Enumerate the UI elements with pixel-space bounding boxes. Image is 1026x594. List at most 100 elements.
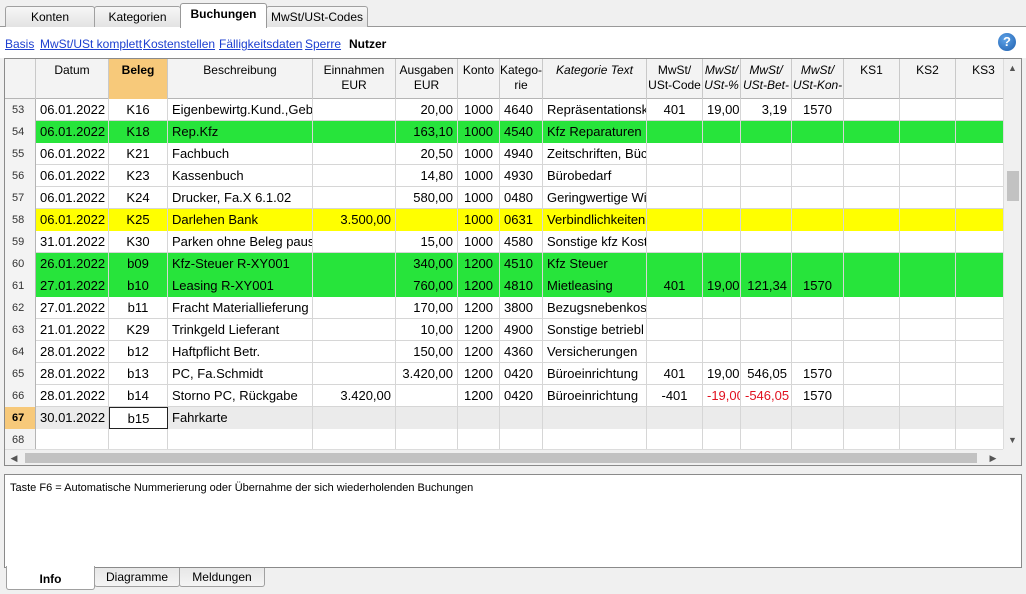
column-header-beleg[interactable]: Beleg — [109, 59, 168, 99]
cell-ks3[interactable] — [956, 341, 1003, 363]
cell-ks3[interactable] — [956, 187, 1003, 209]
cell-beleg[interactable]: K25 — [109, 209, 168, 231]
cell-mwst-pct[interactable] — [703, 143, 741, 165]
cell-ks1[interactable] — [844, 187, 900, 209]
cell-kategorie[interactable] — [500, 429, 543, 449]
cell-mwst-betrag[interactable]: -546,05 — [741, 385, 792, 407]
cell-konto[interactable]: 1200 — [458, 363, 500, 385]
cell-kategorie[interactable]: 4640 — [500, 99, 543, 121]
cell-einnahmen[interactable] — [313, 231, 396, 253]
cell-ks3[interactable] — [956, 165, 1003, 187]
cell-row-number[interactable]: 61 — [5, 275, 36, 297]
cell-konto[interactable]: 1000 — [458, 143, 500, 165]
view-link-nutzer[interactable]: Nutzer — [349, 37, 386, 51]
cell-einnahmen[interactable] — [313, 363, 396, 385]
cell-row-number[interactable]: 53 — [5, 99, 36, 121]
cell-kategorie[interactable]: 0420 — [500, 385, 543, 407]
cell-row-number[interactable]: 59 — [5, 231, 36, 253]
cell-mwst-pct[interactable] — [703, 187, 741, 209]
table-row[interactable]: 56 06.01.2022 K23 Kassenbuch 14,80 1000 4930 Bü… — [5, 165, 1003, 187]
cell-konto[interactable]: 1000 — [458, 165, 500, 187]
cell-mwst-code[interactable] — [647, 253, 703, 275]
cell-mwst-betrag[interactable] — [741, 297, 792, 319]
cell-ks1[interactable] — [844, 319, 900, 341]
table-row[interactable]: 53 06.01.2022 K16 Eigenbewirtg.Kund.,Geb 20,… — [5, 99, 1003, 121]
help-icon[interactable]: ? — [998, 33, 1016, 51]
cell-mwst-code[interactable] — [647, 341, 703, 363]
cell-beleg[interactable]: K16 — [109, 99, 168, 121]
column-header-konto[interactable]: Konto — [458, 59, 500, 99]
cell-kategorie-text[interactable]: Sonstige betriebl — [543, 319, 647, 341]
view-link-mwst-komplett[interactable]: MwSt/USt komplett — [40, 37, 142, 51]
cell-kategorie[interactable]: 4360 — [500, 341, 543, 363]
cell-ausgaben[interactable] — [396, 407, 458, 429]
cell-kategorie-text[interactable]: Kfz Steuer — [543, 253, 647, 275]
cell-mwst-code[interactable] — [647, 429, 703, 449]
cell-mwst-konto[interactable] — [792, 143, 844, 165]
cell-konto[interactable]: 1000 — [458, 231, 500, 253]
cell-mwst-betrag[interactable]: 546,05 — [741, 363, 792, 385]
cell-mwst-betrag[interactable] — [741, 187, 792, 209]
cell-ks1[interactable] — [844, 429, 900, 449]
cell-kategorie[interactable]: 4900 — [500, 319, 543, 341]
cell-kategorie[interactable]: 4580 — [500, 231, 543, 253]
table-row[interactable]: 64 28.01.2022 b12 Haftpflicht Betr. 150,00 12… — [5, 341, 1003, 363]
cell-row-number[interactable]: 57 — [5, 187, 36, 209]
cell-datum[interactable]: 27.01.2022 — [36, 275, 109, 297]
cell-mwst-konto[interactable]: 1570 — [792, 363, 844, 385]
cell-datum[interactable]: 27.01.2022 — [36, 297, 109, 319]
cell-mwst-pct[interactable] — [703, 165, 741, 187]
cell-mwst-pct[interactable] — [703, 209, 741, 231]
column-header-mwst-pct[interactable]: MwSt/ USt-% — [703, 59, 741, 99]
table-row[interactable]: 66 28.01.2022 b14 Storno PC, Rückgabe 3.420,… — [5, 385, 1003, 407]
cell-beleg[interactable]: b15 — [109, 407, 168, 429]
cell-row-number[interactable]: 58 — [5, 209, 36, 231]
column-header-mwst-betrag[interactable]: MwSt/ USt-Bet- — [741, 59, 792, 99]
cell-kategorie-text[interactable]: Büroeinrichtung — [543, 363, 647, 385]
cell-kategorie-text[interactable]: Verbindlichkeiten — [543, 209, 647, 231]
table-row[interactable]: 60 26.01.2022 b09 Kfz-Steuer R-XY001 340,00 1… — [5, 253, 1003, 275]
cell-ks3[interactable] — [956, 231, 1003, 253]
cell-mwst-betrag[interactable] — [741, 429, 792, 449]
cell-ks1[interactable] — [844, 385, 900, 407]
cell-mwst-konto[interactable] — [792, 187, 844, 209]
cell-einnahmen[interactable]: 3.420,00 — [313, 385, 396, 407]
cell-ks1[interactable] — [844, 297, 900, 319]
cell-ks1[interactable] — [844, 231, 900, 253]
cell-row-number[interactable]: 54 — [5, 121, 36, 143]
cell-datum[interactable]: 06.01.2022 — [36, 209, 109, 231]
cell-ks3[interactable] — [956, 319, 1003, 341]
cell-beschreibung[interactable]: Leasing R-XY001 — [168, 275, 313, 297]
cell-beleg[interactable]: b14 — [109, 385, 168, 407]
cell-ausgaben[interactable]: 20,50 — [396, 143, 458, 165]
cell-mwst-pct[interactable]: 19,00 — [703, 363, 741, 385]
cell-mwst-konto[interactable] — [792, 231, 844, 253]
cell-mwst-konto[interactable] — [792, 319, 844, 341]
cell-datum[interactable]: 06.01.2022 — [36, 143, 109, 165]
cell-mwst-konto[interactable] — [792, 121, 844, 143]
cell-kategorie-text[interactable]: Sonstige kfz Kost — [543, 231, 647, 253]
cell-mwst-pct[interactable] — [703, 429, 741, 449]
cell-ausgaben[interactable]: 10,00 — [396, 319, 458, 341]
cell-beschreibung[interactable] — [168, 429, 313, 449]
cell-mwst-code[interactable]: 401 — [647, 363, 703, 385]
cell-mwst-code[interactable] — [647, 407, 703, 429]
cell-ks2[interactable] — [900, 363, 956, 385]
cell-ks3[interactable] — [956, 253, 1003, 275]
cell-ks3[interactable] — [956, 209, 1003, 231]
cell-konto[interactable]: 1200 — [458, 341, 500, 363]
cell-mwst-code[interactable] — [647, 121, 703, 143]
cell-beschreibung[interactable]: Storno PC, Rückgabe — [168, 385, 313, 407]
cell-mwst-code[interactable] — [647, 165, 703, 187]
tab-info[interactable]: Info — [6, 566, 95, 590]
cell-datum[interactable]: 26.01.2022 — [36, 253, 109, 275]
column-header-kategorie-text[interactable]: Kategorie Text — [543, 59, 647, 99]
cell-ks3[interactable] — [956, 297, 1003, 319]
cell-mwst-code[interactable] — [647, 319, 703, 341]
cell-ks2[interactable] — [900, 187, 956, 209]
cell-kategorie[interactable]: 4940 — [500, 143, 543, 165]
cell-ausgaben[interactable]: 15,00 — [396, 231, 458, 253]
cell-kategorie-text[interactable] — [543, 429, 647, 449]
cell-ks2[interactable] — [900, 231, 956, 253]
cell-konto[interactable] — [458, 429, 500, 449]
